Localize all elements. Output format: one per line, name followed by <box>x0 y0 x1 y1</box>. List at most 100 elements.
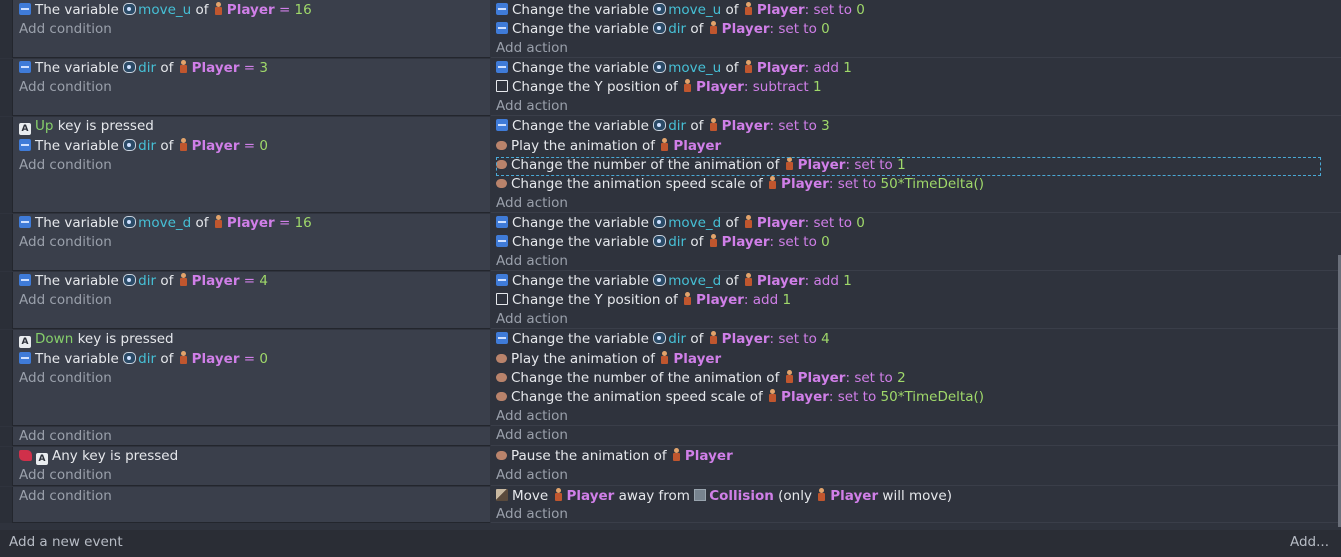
equals-operator: = <box>243 138 256 154</box>
player-icon <box>708 118 719 131</box>
event-gutter[interactable] <box>0 214 13 271</box>
event-5[interactable]: The variable dir of Player = 4 Add condi… <box>0 272 1341 329</box>
add-condition-button[interactable]: Add condition <box>19 369 112 388</box>
event-3[interactable]: A Up key is pressed The variable dir of P… <box>0 117 1341 213</box>
event-gutter[interactable] <box>0 487 13 523</box>
actions-panel: Change the variable dir of Player: set t… <box>491 330 1341 426</box>
keyboard-key-icon: A <box>19 336 31 348</box>
add-new-event-button[interactable]: Add a new event <box>9 534 123 550</box>
animation-icon <box>496 160 507 169</box>
variable-brace-icon <box>123 352 137 364</box>
action-play-animation[interactable]: Play the animation of Player <box>496 350 721 369</box>
add-condition-button[interactable]: Add condition <box>19 291 112 310</box>
action-set-dir[interactable]: Change the variable dir of Player: set t… <box>496 117 830 136</box>
action-change-y[interactable]: Change the Y position of Player: subtrac… <box>496 78 822 97</box>
event-gutter[interactable] <box>0 447 13 486</box>
player-icon <box>708 21 719 34</box>
variable-icon <box>496 235 508 247</box>
event-7[interactable]: Add condition Add action <box>0 427 1341 446</box>
variable-icon <box>496 61 508 73</box>
event-2[interactable]: The variable dir of Player = 3 Add condi… <box>0 59 1341 116</box>
add-action-button[interactable]: Add action <box>496 310 568 329</box>
add-condition-button[interactable]: Add condition <box>19 156 112 175</box>
event-8[interactable]: A Any key is pressed Add condition Pause … <box>0 447 1341 486</box>
variable-brace-icon <box>653 22 667 34</box>
action-play-animation[interactable]: Play the animation of Player <box>496 137 721 156</box>
animation-icon <box>496 141 507 150</box>
event-gutter[interactable] <box>0 427 13 446</box>
action-change-animation-number[interactable]: Change the number of the animation of Pl… <box>496 369 906 388</box>
add-condition-button[interactable]: Add condition <box>19 487 112 506</box>
variable-icon <box>496 22 508 34</box>
variable-icon <box>19 274 31 286</box>
actions-panel: Add action <box>491 427 1341 446</box>
condition-variable-move_u[interactable]: The variable move_u of Player = 16 <box>19 1 312 20</box>
add-action-button[interactable]: Add action <box>496 505 568 524</box>
action-change-animation-speed[interactable]: Change the animation speed scale of Play… <box>496 175 984 194</box>
add-condition-button[interactable]: Add condition <box>19 427 112 446</box>
player-icon <box>708 234 719 247</box>
action-pause-animation[interactable]: Pause the animation of Player <box>496 447 733 466</box>
events-footer: Add a new event Add... <box>0 530 1341 557</box>
position-icon <box>496 80 508 92</box>
add-condition-button[interactable]: Add condition <box>19 466 112 485</box>
variable-icon <box>496 3 508 15</box>
variable-icon <box>496 332 508 344</box>
actions-panel: Change the variable move_u of Player: ad… <box>491 59 1341 116</box>
action-add-move_u[interactable]: Change the variable move_u of Player: ad… <box>496 59 852 78</box>
variable-brace-icon <box>653 332 667 344</box>
condition-variable-dir[interactable]: The variable dir of Player = 0 <box>19 137 268 156</box>
keyboard-key-icon: A <box>36 453 48 465</box>
event-4[interactable]: The variable move_d of Player = 16 Add c… <box>0 214 1341 271</box>
colon: : <box>743 79 753 95</box>
conditions-panel: A Any key is pressed Add condition <box>13 447 490 486</box>
condition-any-key[interactable]: A Any key is pressed <box>19 447 178 466</box>
add-action-button[interactable]: Add action <box>496 466 568 485</box>
condition-variable-move_d[interactable]: The variable move_d of Player = 16 <box>19 214 312 233</box>
add-action-button[interactable]: Add action <box>496 39 568 58</box>
separate-objects-icon <box>496 489 508 501</box>
player-icon <box>553 488 564 501</box>
add-action-button[interactable]: Add action <box>496 407 568 426</box>
action-separate-objects[interactable]: Move Player away from Collision (only Pl… <box>496 487 952 506</box>
action-change-y[interactable]: Change the Y position of Player: add 1 <box>496 291 791 310</box>
add-condition-button[interactable]: Add condition <box>19 233 112 252</box>
event-9[interactable]: Add condition Move Player away from Coll… <box>0 487 1341 523</box>
action-set-move_u[interactable]: Change the variable move_u of Player: se… <box>496 1 865 20</box>
action-set-dir[interactable]: Change the variable dir of Player: set t… <box>496 233 830 252</box>
add-condition-button[interactable]: Add condition <box>19 20 112 39</box>
event-6[interactable]: A Down key is pressed The variable dir of… <box>0 330 1341 426</box>
add-action-button[interactable]: Add action <box>496 97 568 116</box>
add-action-button[interactable]: Add action <box>496 252 568 271</box>
add-more-button[interactable]: Add... <box>1290 534 1329 550</box>
actions-panel: Pause the animation of Player Add action <box>491 447 1341 486</box>
equals-operator: = <box>278 215 291 231</box>
colon: : <box>804 2 814 18</box>
add-condition-button[interactable]: Add condition <box>19 78 112 97</box>
action-set-dir[interactable]: Change the variable dir of Player: set t… <box>496 20 830 39</box>
condition-up-key[interactable]: A Up key is pressed <box>19 117 154 136</box>
variable-brace-icon <box>123 3 137 15</box>
variable-brace-icon <box>653 216 667 228</box>
event-1[interactable]: The variable move_u of Player = 16 Add c… <box>0 0 1341 58</box>
event-gutter[interactable] <box>0 0 13 58</box>
action-add-move_d[interactable]: Change the variable move_d of Player: ad… <box>496 272 852 291</box>
event-gutter[interactable] <box>0 272 13 329</box>
condition-variable-dir[interactable]: The variable dir of Player = 4 <box>19 272 268 291</box>
event-gutter[interactable] <box>0 117 13 213</box>
action-change-animation-number[interactable]: Change the number of the animation of Pl… <box>496 156 906 175</box>
conditions-panel: The variable move_u of Player = 16 Add c… <box>13 0 490 58</box>
event-gutter[interactable] <box>0 59 13 116</box>
actions-panel: Change the variable dir of Player: set t… <box>491 117 1341 213</box>
colon: : <box>804 215 814 231</box>
event-gutter[interactable] <box>0 330 13 426</box>
add-action-button[interactable]: Add action <box>496 426 568 445</box>
actions-panel: Change the variable move_d of Player: se… <box>491 214 1341 271</box>
add-action-button[interactable]: Add action <box>496 194 568 213</box>
action-set-move_d[interactable]: Change the variable move_d of Player: se… <box>496 214 865 233</box>
condition-variable-dir[interactable]: The variable dir of Player = 3 <box>19 59 268 78</box>
condition-variable-dir[interactable]: The variable dir of Player = 0 <box>19 350 268 369</box>
condition-down-key[interactable]: A Down key is pressed <box>19 330 174 349</box>
action-set-dir[interactable]: Change the variable dir of Player: set t… <box>496 330 830 349</box>
action-change-animation-speed[interactable]: Change the animation speed scale of Play… <box>496 388 984 407</box>
